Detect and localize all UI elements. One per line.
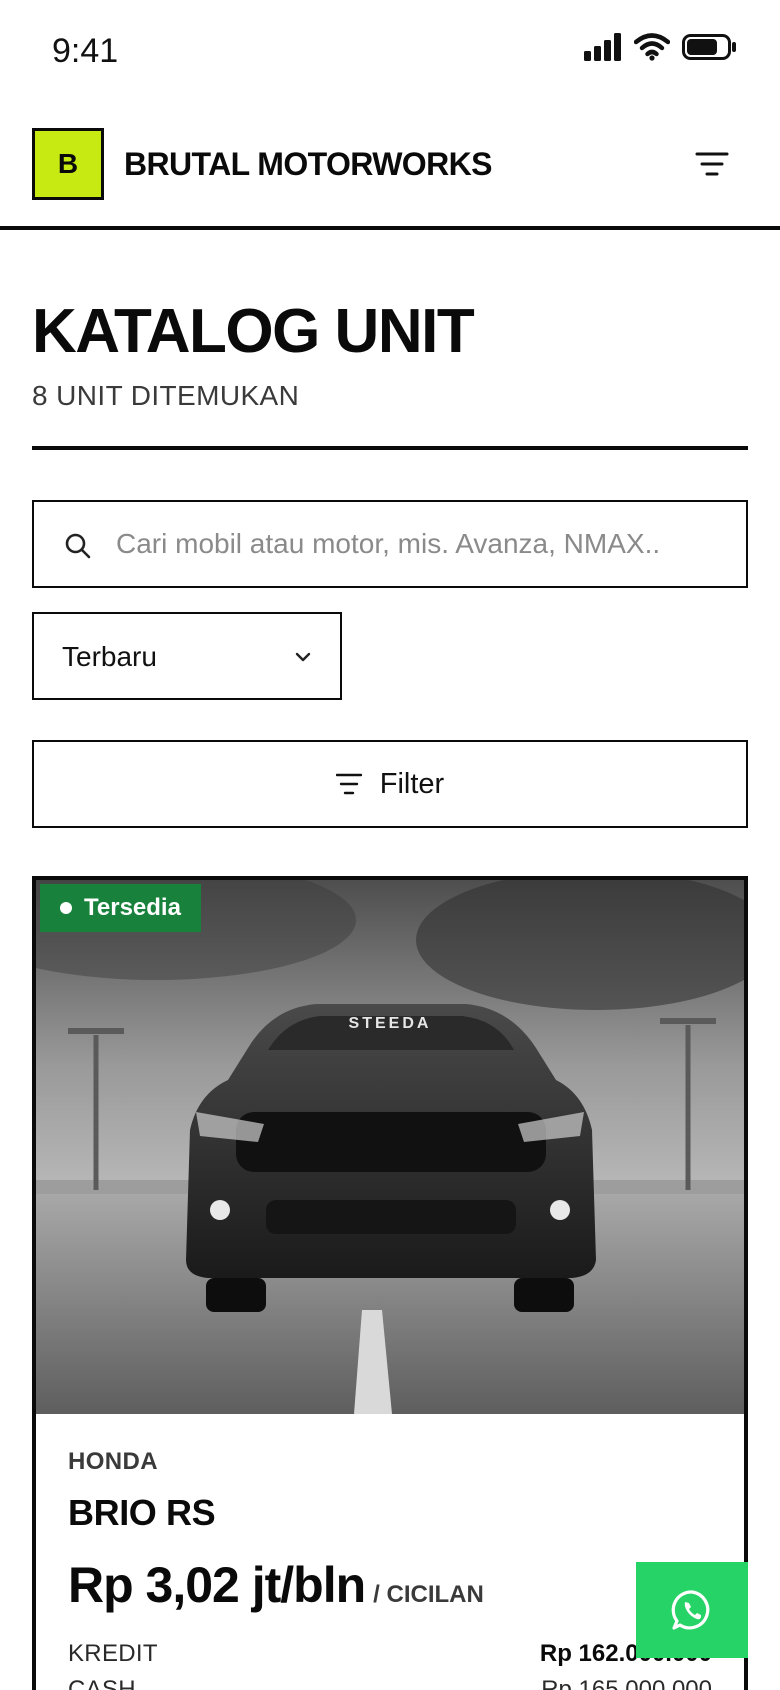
page-title: KATALOG UNIT [32,297,475,366]
battery-icon [682,34,736,60]
result-count: 8 UNIT DITEMUKAN [32,380,300,411]
status-badge-label: Tersedia [84,894,181,921]
menu-icon [695,152,729,176]
signal-icon [584,33,621,61]
cash-label: CASH [68,1676,136,1690]
windshield-text: STEEDA [349,1015,432,1032]
status-badge: Tersedia [40,884,201,932]
kredit-row: KREDIT Rp 162.000.000 [68,1636,712,1672]
wifi-icon [634,33,670,61]
search-box[interactable] [32,500,748,588]
whatsapp-icon [671,1590,710,1630]
status-icons [584,33,738,61]
sort-selected-value: Terbaru [62,641,157,672]
whatsapp-button[interactable] [636,1562,748,1658]
filter-label: Filter [379,767,445,800]
search-input[interactable] [116,504,726,584]
menu-button[interactable] [692,144,732,184]
brand-logo[interactable]: B [32,128,104,200]
monthly-price-row: Rp 3,02 jt/bln / CICILAN [68,1556,484,1614]
monthly-price: Rp 3,02 jt/bln [68,1557,366,1613]
monthly-price-suffix: / CICILAN [373,1581,484,1608]
sort-select[interactable]: Terbaru [32,612,342,700]
cash-value: Rp 165.000.000 [541,1676,712,1690]
product-name[interactable]: BRIO RS [68,1492,216,1534]
chevron-down-icon [295,652,311,662]
status-dot-icon [60,902,72,914]
status-time: 9:41 [52,32,119,70]
filter-button[interactable]: Filter [32,740,748,828]
status-bar: 9:41 [0,0,780,108]
heading-divider [32,446,748,450]
app-header: B BRUTAL MOTORWORKS [0,108,780,230]
brand-name[interactable]: BRUTAL MOTORWORKS [124,146,492,183]
cash-row: CASH Rp 165.000.000 [68,1672,712,1690]
kredit-label: KREDIT [68,1640,158,1667]
filter-icon [335,773,362,795]
product-image[interactable]: STEEDA Tersedia [36,880,744,1414]
car-photo: STEEDA [36,880,744,1414]
product-brand: HONDA [68,1448,158,1475]
search-icon [65,533,91,559]
